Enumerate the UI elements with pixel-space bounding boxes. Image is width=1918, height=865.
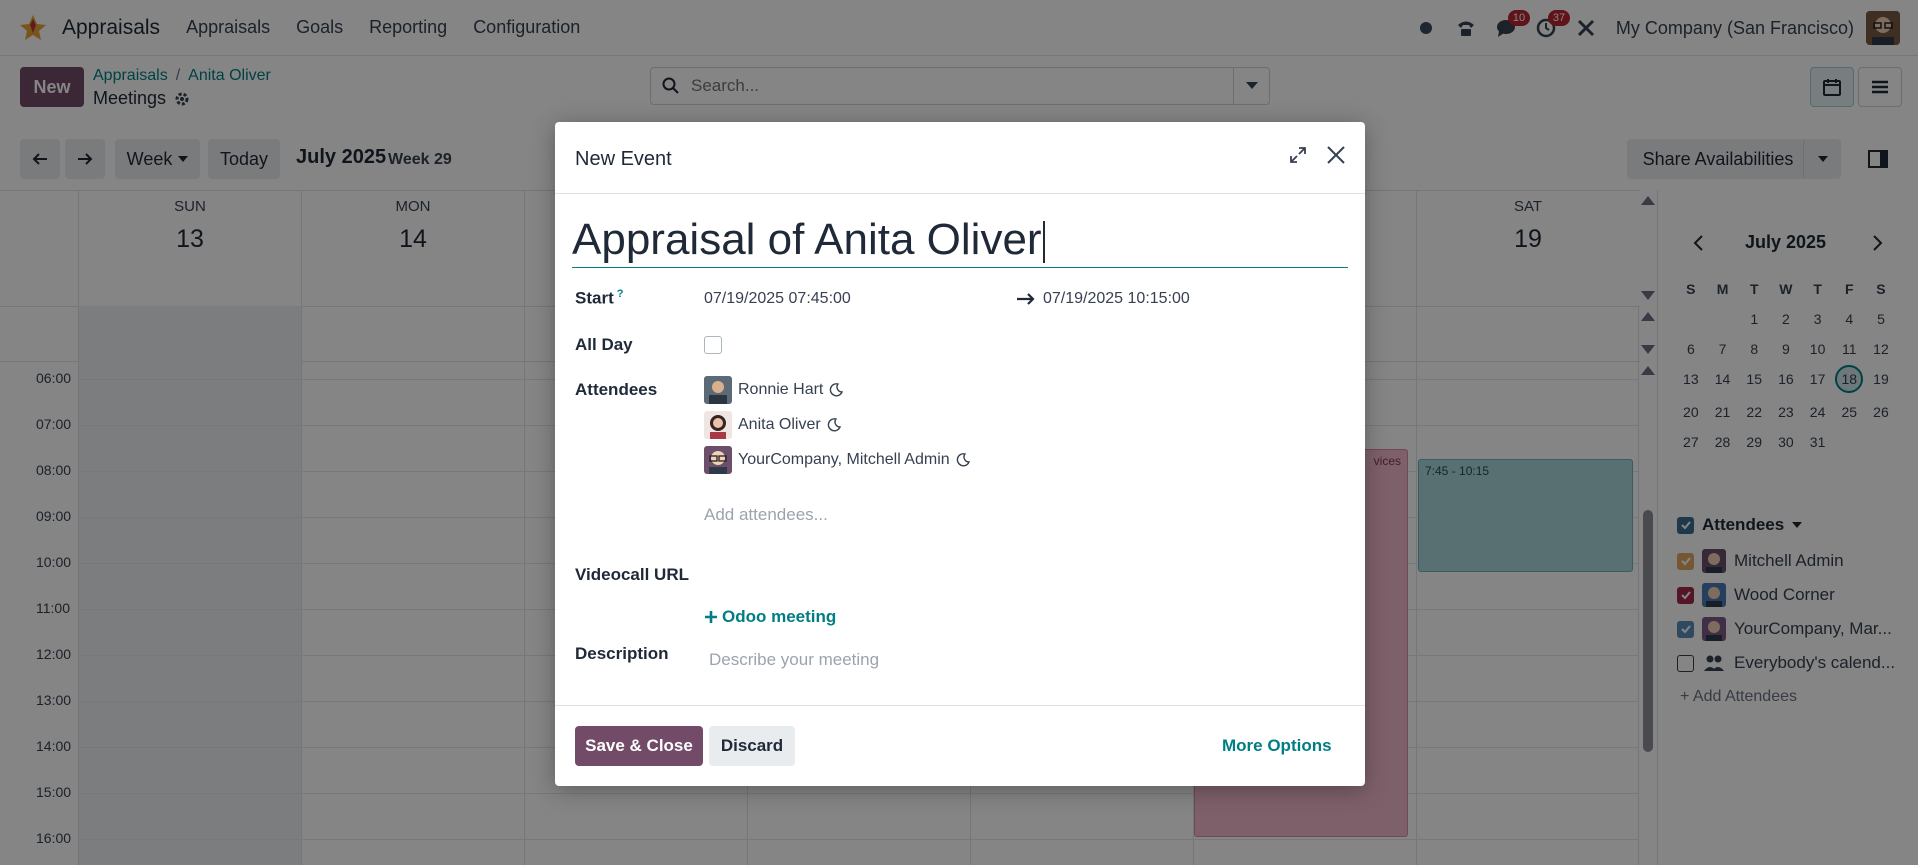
expand-icon[interactable] [1289,146,1307,164]
dialog-footer: Save & Close Discard More Options [555,705,1365,786]
arrow-right-icon [1016,292,1036,306]
avatar [704,446,732,474]
attendee-tag[interactable]: Ronnie Hart [704,376,844,404]
moon-icon [829,383,844,397]
start-label: Start? [575,288,623,309]
dialog-title: New Event [575,148,672,170]
odoo-meeting-button[interactable]: Odoo meeting [704,607,836,627]
add-attendees-input[interactable]: Add attendees... [704,505,828,525]
moon-icon [956,453,970,467]
close-icon[interactable] [1325,144,1347,166]
new-event-dialog: New Event Appraisal of Anita Oliver Star… [555,122,1365,786]
moon-icon [827,418,841,432]
attendees-label: Attendees [575,380,658,399]
dialog-header: New Event [555,122,1365,194]
videocall-label: Videocall URL [575,565,689,584]
help-tooltip-icon[interactable]: ? [617,288,624,300]
more-options-button[interactable]: More Options [1222,736,1332,756]
start-label-text: Start [575,288,614,308]
text-caret [1042,221,1045,264]
allday-label: All Day [575,335,633,354]
start-datetime-input[interactable]: 07/19/2025 07:45:00 [704,290,851,308]
attendee-name: Ronnie Hart [738,381,824,398]
event-name-text: Appraisal of Anita Oliver [572,215,1042,264]
attendee-tag[interactable]: Anita Oliver [704,411,841,439]
attendee-tag[interactable]: YourCompany, Mitchell Admin [704,446,970,474]
allday-checkbox[interactable] [704,336,722,354]
attendee-name: YourCompany, Mitchell Admin [738,451,950,468]
attendee-name: Anita Oliver [738,416,821,433]
avatar [704,376,732,404]
plus-icon [705,611,717,623]
odoo-meeting-label: Odoo meeting [722,607,837,626]
save-close-button[interactable]: Save & Close [575,726,703,766]
end-datetime-input[interactable]: 07/19/2025 10:15:00 [1043,290,1190,308]
event-name-input[interactable]: Appraisal of Anita Oliver [572,212,1348,268]
avatar [704,411,732,439]
description-input[interactable]: Describe your meeting [709,650,879,670]
description-label: Description [575,644,669,663]
discard-button[interactable]: Discard [709,726,795,766]
